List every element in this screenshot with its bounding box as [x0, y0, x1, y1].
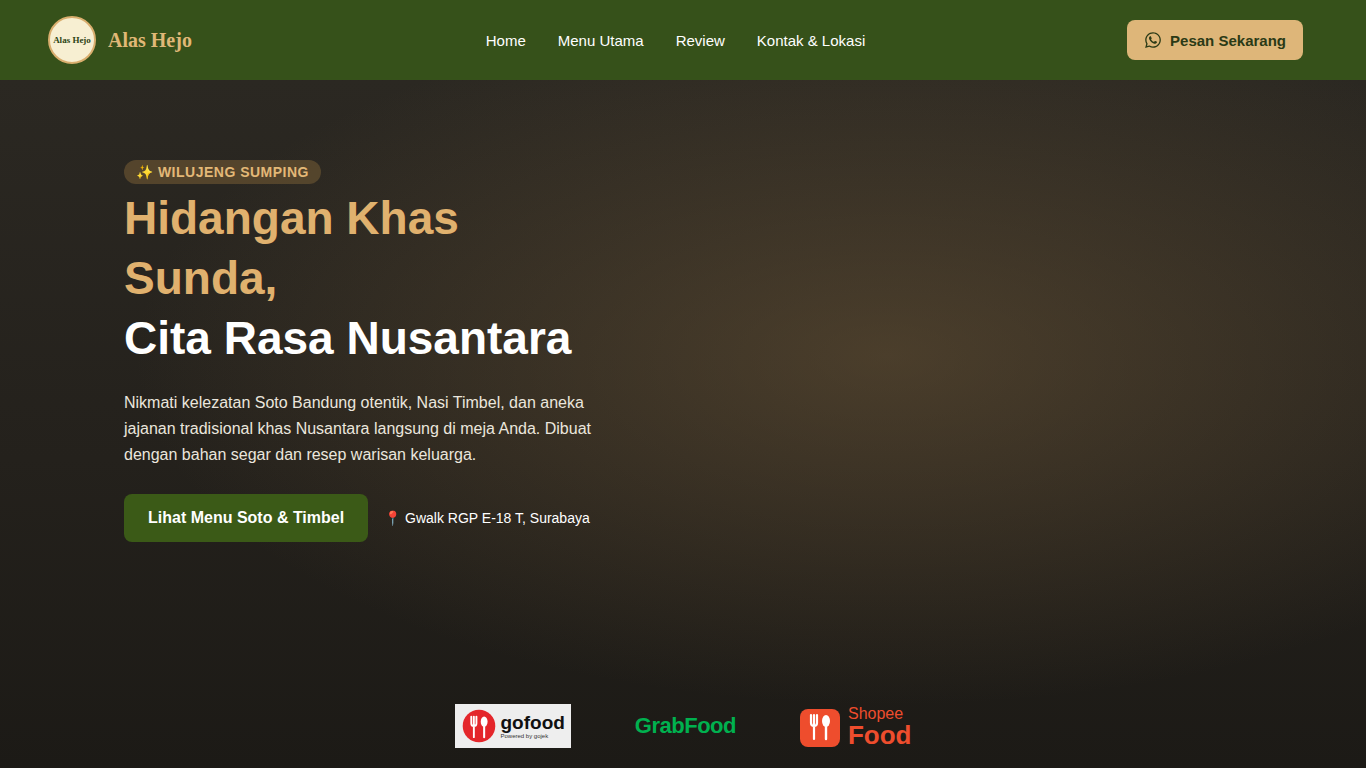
nav-link[interactable]: Review	[676, 32, 725, 49]
brand[interactable]: Alas Hejo Alas Hejo	[48, 16, 348, 64]
header: Alas Hejo Alas Hejo Home Menu Utama Review Ko…	[0, 0, 1366, 80]
welcome-badge: ✨ WILUJENG SUMPING	[124, 160, 321, 184]
fork-spoon-icon	[461, 708, 497, 744]
logo: Alas Hejo	[48, 16, 96, 64]
order-button[interactable]: Pesan Sekarang	[1127, 20, 1303, 60]
nav-link[interactable]: Kontak & Lokasi	[757, 32, 865, 49]
main-nav: Home Menu Utama Review Kontak & Lokasi	[486, 32, 865, 49]
delivery-partners: gofoodPowered by gojek GrabFood ShopeeFood	[0, 704, 1366, 748]
hero-description: Nikmati kelezatan Soto Bandung otentik, …	[124, 390, 634, 468]
page: Alas Hejo Alas Hejo Home Menu Utama Review Ko…	[0, 0, 1366, 768]
location: 📍 Gwalk RGP E-18 T, Surabaya	[384, 510, 590, 526]
menu-button[interactable]: Lihat Menu Soto & Timbel	[124, 494, 368, 542]
grabfood-logo[interactable]: GrabFood	[635, 713, 736, 739]
hero: ✨ WILUJENG SUMPING Hidangan Khas Sunda,Ci…	[0, 80, 1366, 768]
hero-title: Hidangan Khas Sunda,Cita Rasa Nusantara	[124, 188, 614, 368]
pin-icon: 📍	[384, 510, 401, 526]
shopeefood-logo[interactable]: ShopeeFood	[800, 705, 912, 748]
gofood-logo[interactable]: gofoodPowered by gojek	[455, 704, 571, 748]
fork-spoon-icon	[800, 705, 840, 747]
nav-link[interactable]: Menu Utama	[558, 32, 644, 49]
brand-name: Alas Hejo	[108, 29, 192, 52]
nav-link[interactable]: Home	[486, 32, 526, 49]
whatsapp-icon	[1144, 31, 1162, 49]
